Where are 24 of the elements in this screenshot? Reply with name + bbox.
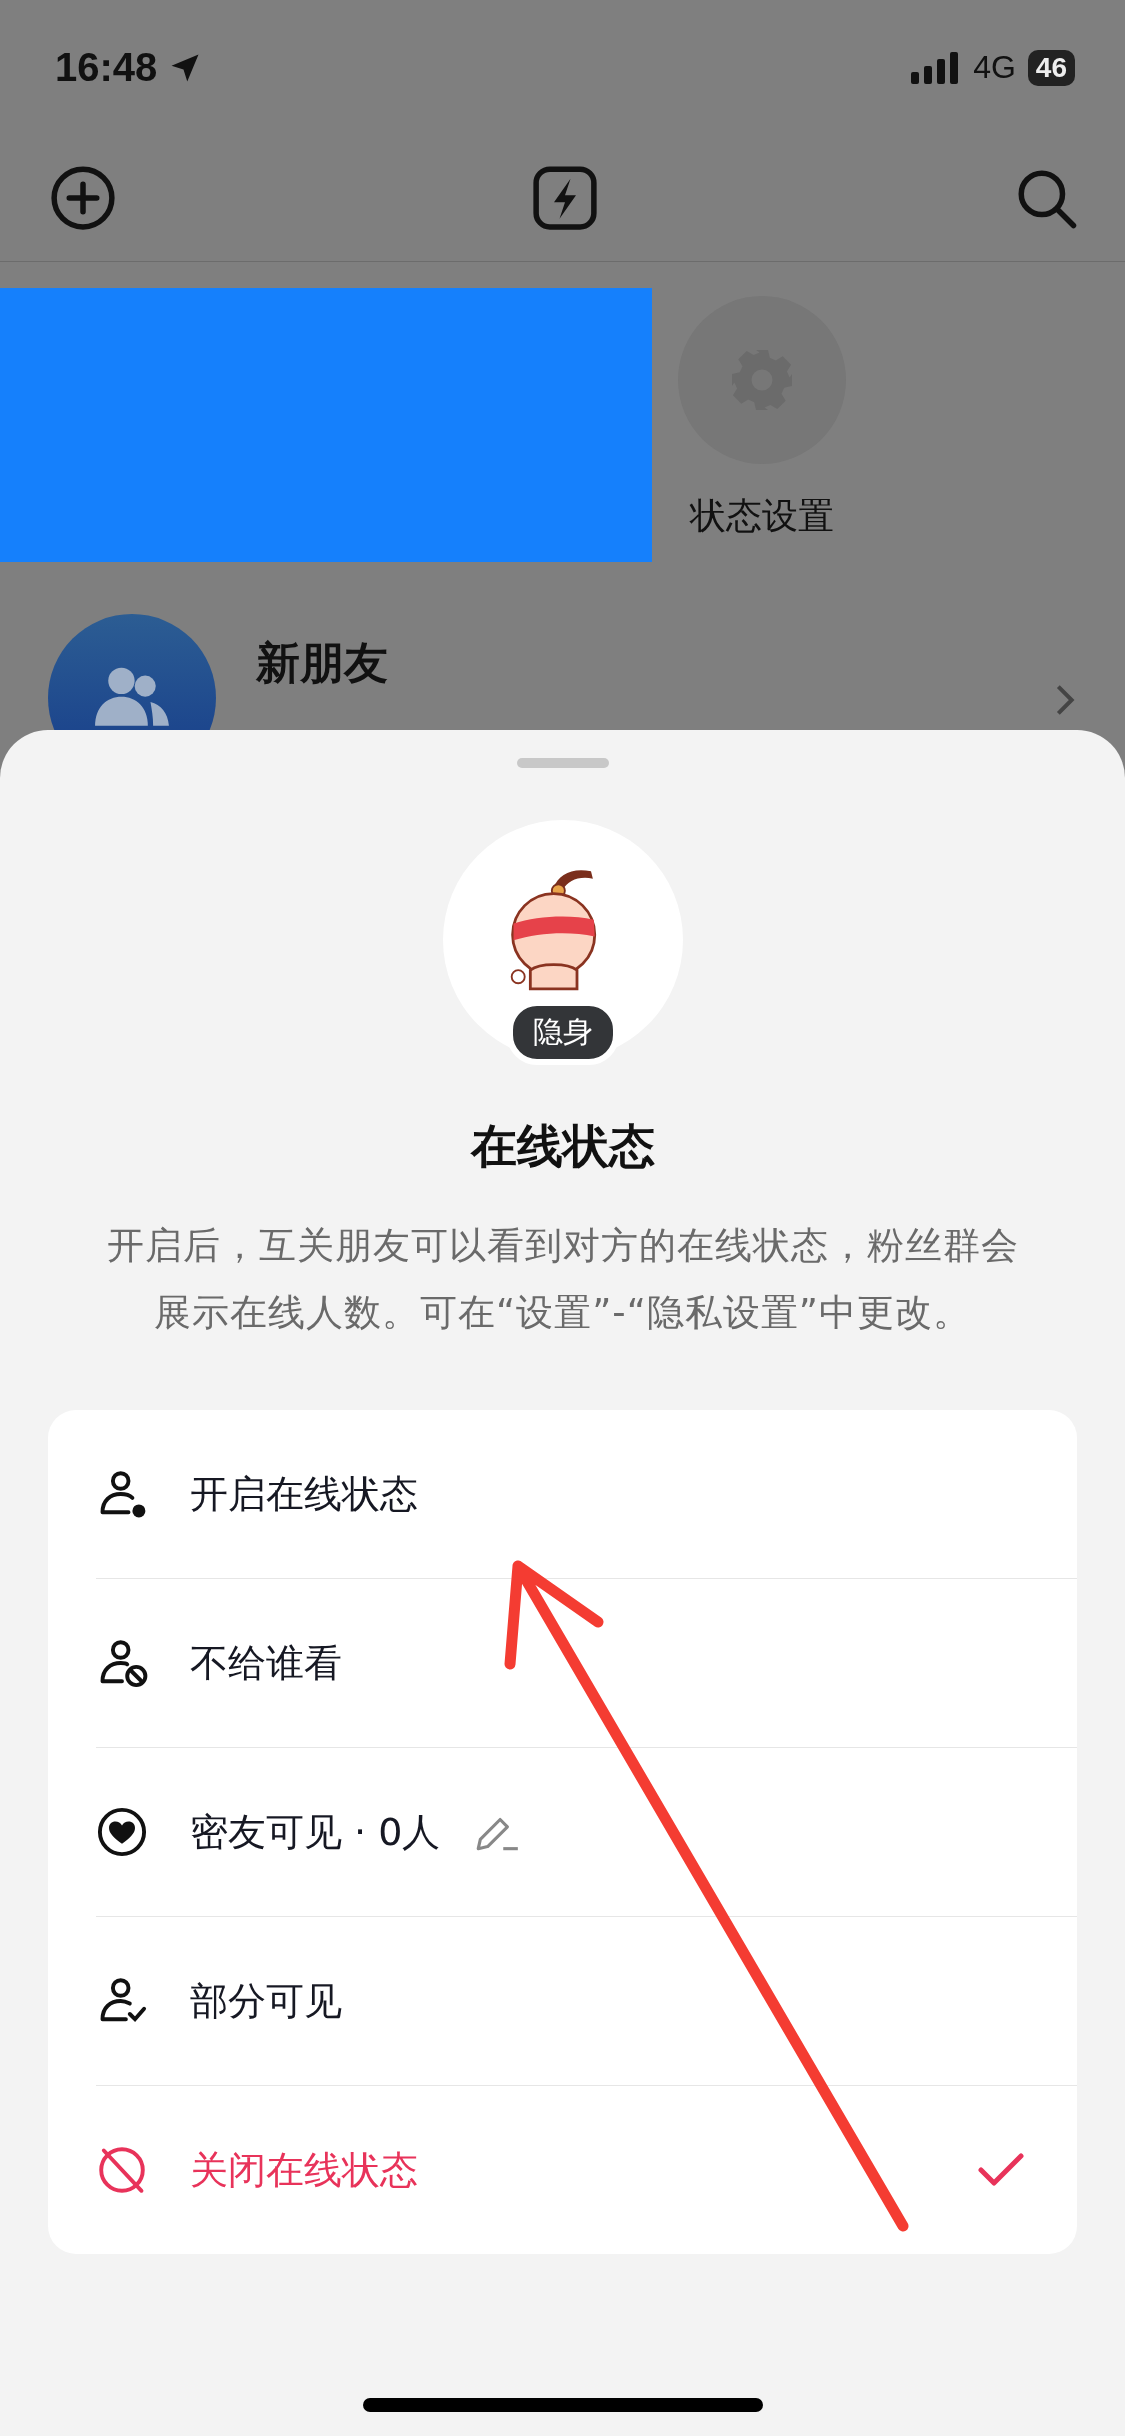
chevron-icon [1055, 684, 1075, 716]
status-time: 16:48 [55, 45, 158, 90]
heart-circle-icon [96, 1806, 148, 1858]
option-row[interactable]: 密友可见 · 0人 [96, 1748, 1077, 1917]
check-icon [977, 2152, 1025, 2188]
option-label: 不给谁看 [190, 1639, 342, 1687]
option-label: 关闭在线状态 [190, 2146, 418, 2194]
option-label: 密友可见 · 0人 [190, 1808, 441, 1856]
option-row[interactable]: 不给谁看 [96, 1579, 1077, 1748]
option-label: 部分可见 [190, 1977, 342, 2025]
status-settings-label: 状态设置 [690, 494, 834, 538]
sheet-title: 在线状态 [470, 1118, 655, 1175]
slashed-circle-icon [96, 2144, 148, 2196]
option-row[interactable]: 开启在线状态 [96, 1410, 1077, 1579]
option-row[interactable]: 部分可见 [96, 1917, 1077, 2086]
add-icon[interactable] [50, 165, 116, 231]
drag-handle[interactable] [516, 758, 609, 768]
network-label: 4G [973, 49, 1016, 86]
contact-name: 新朋友 [256, 636, 389, 690]
sheet-description: 开启后，互关朋友可以看到对方的在线状态，粉丝群会展示在线人数。可在“设置”-“隐私设置”中更改。 [105, 1223, 1020, 1336]
lightning-icon[interactable] [531, 165, 598, 231]
option-label: 开启在线状态 [190, 1470, 418, 1518]
option-row[interactable]: 关闭在线状态 [96, 2086, 1077, 2254]
battery-indicator: 46 [1027, 49, 1075, 86]
